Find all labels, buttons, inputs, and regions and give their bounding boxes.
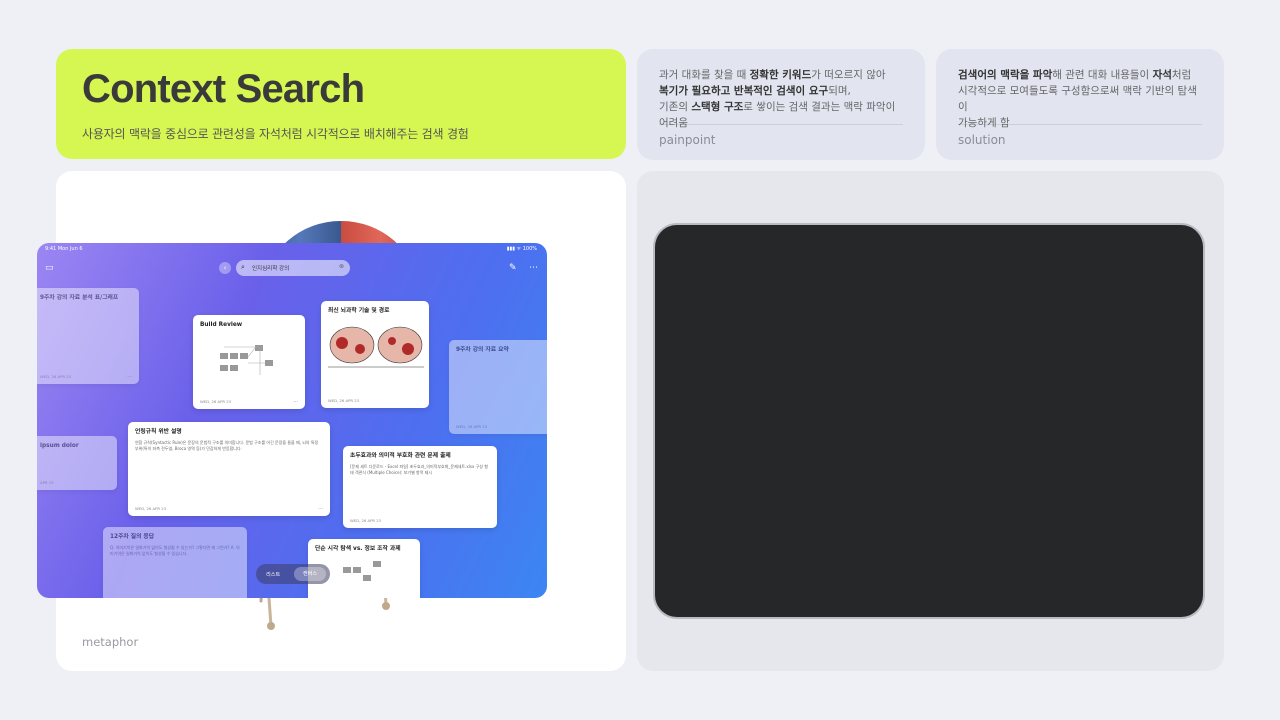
page-title: Context Search xyxy=(82,67,365,111)
diagram-thumbnail xyxy=(220,345,273,375)
search-field[interactable]: ⌕ 인지심리학 강의 ⊗ xyxy=(236,260,350,276)
painpoint-label: painpoint xyxy=(659,133,716,147)
back-button[interactable]: ‹ xyxy=(219,262,231,274)
divider xyxy=(659,124,903,125)
result-card[interactable]: ipsum dolor APR 23 xyxy=(37,436,117,490)
painpoint-card: 과거 대화를 찾을 때 정확한 키워드가 떠오르지 않아 복기가 필요하고 반복… xyxy=(637,49,925,160)
search-icon: ⌕ xyxy=(241,263,245,271)
more-icon[interactable]: ⋯ xyxy=(529,263,538,273)
solution-text: 검색어의 맥락을 파악해 관련 대화 내용들이 자석처럼 시각적으로 모여들도록… xyxy=(958,69,1197,129)
result-card[interactable]: 9주차 강의 자료 요약 WED, 26 APR 23 xyxy=(449,340,547,434)
title-card: Context Search 사용자의 맥락을 중심으로 관련성을 자석처럼 시… xyxy=(56,49,626,159)
result-card[interactable]: 초두효과와 의미적 부호화 관련 문제 출제 [문제 세트 다운로드 - Exc… xyxy=(343,446,497,528)
solution-label: solution xyxy=(958,133,1006,147)
status-time: 9:41 Mon Jun 6 xyxy=(45,246,83,252)
solution-card: 검색어의 맥락을 파악해 관련 대화 내용들이 자석처럼 시각적으로 모여들도록… xyxy=(936,49,1224,160)
search-query: 인지심리학 강의 xyxy=(252,266,290,272)
device-mockup-card xyxy=(637,171,1224,671)
result-card[interactable]: 9주차 강의 자료 분석 표/그래프 WED, 26 APR 23 ··· xyxy=(37,288,139,384)
canvas-view-option[interactable]: 캔버스 xyxy=(294,567,326,581)
list-view-option[interactable]: 리스트 xyxy=(266,571,280,578)
status-bar: 9:41 Mon Jun 6 ▮▮▮ ᯤ 100% xyxy=(37,243,547,255)
result-card[interactable]: 언링규칙 위반 설명 연합 규칙(Syntactic Rule)은 문장의 문법… xyxy=(128,422,330,516)
view-toggle[interactable]: 리스트 캔버스 xyxy=(256,564,330,584)
result-card[interactable]: 12주차 질의 응답 Q. 의미기억은 일화기억 없이도 형성될 수 있는가? … xyxy=(103,527,247,598)
compose-icon[interactable]: ✎ xyxy=(509,263,517,273)
brain-map-thumbnail xyxy=(328,326,424,368)
sidebar-toggle-icon[interactable]: ▭ xyxy=(45,263,54,273)
result-card[interactable]: Build Review WED, 26 APR 23 ··· xyxy=(193,315,305,409)
ipad-screen: 9:41 Mon Jun 6 ▮▮▮ ᯤ 100% ▭ ‹ ⌕ 인지심리학 강의… xyxy=(37,243,547,598)
clear-icon[interactable]: ⊗ xyxy=(339,263,344,270)
status-indicators: ▮▮▮ ᯤ 100% xyxy=(506,246,537,252)
metaphor-caption: metaphor xyxy=(82,635,139,649)
ipad-frame xyxy=(655,225,1203,617)
result-card[interactable]: 최신 뇌과학 기술 및 경로 WED, 26 APR 23 xyxy=(321,301,429,408)
painpoint-text: 과거 대화를 찾을 때 정확한 키워드가 떠오르지 않아 복기가 필요하고 반복… xyxy=(659,69,896,129)
page-subtitle: 사용자의 맥락을 중심으로 관련성을 자석처럼 시각적으로 배치해주는 검색 경… xyxy=(82,127,469,141)
